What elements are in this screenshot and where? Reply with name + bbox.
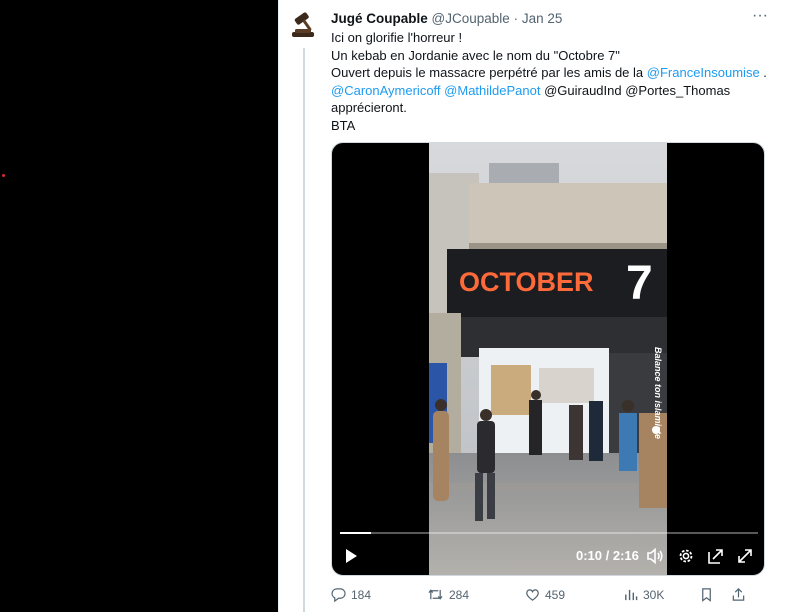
mention-mathildepanot[interactable]: @MathildePanot <box>444 83 540 98</box>
left-black-panel <box>0 0 278 612</box>
share-button[interactable] <box>731 586 751 604</box>
tweet-line-4: @CaronAymericoff @MathildePanot @Guiraud… <box>331 82 781 100</box>
tweet-actions: 184 284 459 30K <box>331 584 781 604</box>
pop-out-button[interactable] <box>707 547 725 565</box>
video-time: 0:10 / 2:16 <box>576 548 639 563</box>
play-button[interactable] <box>342 547 360 565</box>
gavel-icon <box>287 8 321 42</box>
avatar[interactable] <box>287 8 321 42</box>
fullscreen-button[interactable] <box>736 547 754 565</box>
repost-count: 284 <box>449 587 470 602</box>
thread-line <box>303 48 305 612</box>
settings-button[interactable] <box>677 547 695 565</box>
heart-icon <box>526 589 539 602</box>
author-name[interactable]: Jugé Coupable <box>331 11 428 26</box>
repost-button[interactable]: 284 <box>427 586 469 604</box>
progress-fill <box>340 532 371 534</box>
reply-icon <box>331 588 346 603</box>
mention-franceinsoumise[interactable]: @FranceInsoumise <box>647 65 760 80</box>
tweet-line-2: Un kebab en Jordanie avec le nom du "Oct… <box>331 47 620 63</box>
reply-count: 184 <box>351 587 372 602</box>
video-controls: 0:10 / 2:16 <box>332 541 764 571</box>
video-watermark: Balance ton islamiste <box>653 347 663 439</box>
analytics-icon <box>625 590 638 601</box>
red-dot <box>2 174 5 177</box>
views-button[interactable]: 30K <box>623 586 664 604</box>
separator-dot: · <box>513 11 519 26</box>
tweet-line-1: Ici on glorifie l'horreur ! <box>331 30 463 45</box>
tweet-card: Jugé Coupable @JCoupable · Jan 25 ··· Ic… <box>278 0 800 612</box>
like-button[interactable]: 459 <box>525 586 565 604</box>
reply-button[interactable]: 184 <box>331 586 371 604</box>
tweet-line-3-end: . <box>759 65 767 80</box>
tweet-date[interactable]: Jan 25 <box>522 11 563 26</box>
tweet-line-6: BTA <box>331 117 356 133</box>
mention-caronaymericoff[interactable]: @CaronAymericoff <box>331 83 441 98</box>
bookmark-icon <box>702 588 711 603</box>
view-count: 30K <box>643 587 665 602</box>
video-player[interactable]: OCTOBER 7 Balance ton islamiste 0:10 / 2… <box>331 142 765 576</box>
volume-button[interactable] <box>646 547 664 565</box>
tweet-line-5: apprécieront. <box>331 100 407 115</box>
video-still: OCTOBER 7 Balance ton islamiste <box>429 143 667 575</box>
tweet-header: Jugé Coupable @JCoupable · Jan 25 <box>331 10 761 28</box>
like-count: 459 <box>545 587 566 602</box>
progress-bar[interactable] <box>340 532 758 534</box>
share-icon <box>732 588 745 602</box>
tweet-line-3: Ouvert depuis le massacre perpétré par l… <box>331 64 781 82</box>
sign-number: 7 <box>626 257 653 310</box>
gear-icon <box>679 549 693 563</box>
author-handle[interactable]: @JCoupable <box>432 11 510 26</box>
video-frame[interactable]: OCTOBER 7 Balance ton islamiste <box>429 143 667 575</box>
pop-out-icon <box>708 549 723 564</box>
expand-icon <box>738 549 752 563</box>
tweet-text: Ici on glorifie l'horreur ! Un kebab en … <box>331 29 781 134</box>
bookmark-button[interactable] <box>699 586 719 604</box>
play-icon <box>346 549 357 563</box>
tweet-line-3-text: Ouvert depuis le massacre perpétré par l… <box>331 65 647 80</box>
repost-icon <box>428 589 443 601</box>
sign-word: OCTOBER <box>459 267 594 297</box>
tweet-line-4-rest: @GuiraudInd @Portes_Thomas <box>540 82 731 98</box>
speaker-icon <box>647 547 663 565</box>
more-options-icon[interactable]: ··· <box>750 8 770 26</box>
